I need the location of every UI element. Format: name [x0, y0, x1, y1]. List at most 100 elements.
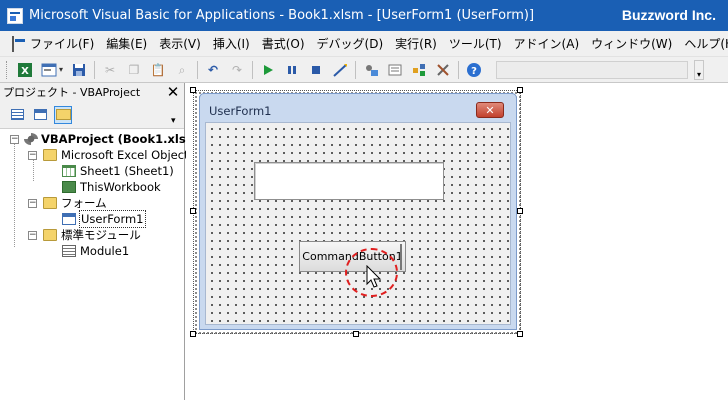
- view-code-button[interactable]: [8, 106, 26, 124]
- tree-item-label: Microsoft Excel Objects: [61, 148, 195, 162]
- resize-handle[interactable]: [190, 331, 196, 337]
- project-explorer-toolbar: [0, 101, 184, 129]
- panel-scroll-indicator[interactable]: ▾: [171, 116, 181, 126]
- tree-item-thisworkbook[interactable]: ThisWorkbook: [0, 179, 185, 195]
- tree-collapse-icon[interactable]: −: [28, 231, 37, 240]
- module-icon: [62, 245, 76, 257]
- cut-icon[interactable]: ✂: [100, 60, 120, 80]
- menu-help[interactable]: ヘルプ(H): [678, 31, 728, 57]
- chevron-down-icon[interactable]: ▾: [59, 65, 67, 74]
- folder-icon: [43, 197, 57, 209]
- vbaproject-icon: [24, 133, 38, 145]
- menu-window[interactable]: ウィンドウ(W): [585, 31, 678, 57]
- design-mode-icon[interactable]: [330, 60, 350, 80]
- project-explorer-panel: プロジェクト - VBAProject ✕ ▾ − VBAProject (Bo…: [0, 83, 203, 400]
- location-field: [496, 60, 688, 79]
- tree-item-label: フォーム: [61, 196, 107, 210]
- menu-debug[interactable]: デバッグ(D): [311, 31, 390, 57]
- toolbar-separator: [355, 60, 356, 79]
- close-icon[interactable]: ✕: [165, 83, 181, 101]
- resize-handle[interactable]: [190, 208, 196, 214]
- toolbar-separator: [94, 60, 95, 79]
- project-explorer-header: プロジェクト - VBAProject ✕: [0, 83, 184, 101]
- mouse-cursor-icon: [366, 265, 382, 288]
- toolbar-separator: [197, 60, 198, 79]
- worksheet-icon: [62, 165, 76, 177]
- form-client-area[interactable]: [205, 122, 511, 325]
- toolbar-options-icon[interactable]: ▾: [694, 59, 704, 80]
- menu-tools[interactable]: ツール(T): [443, 31, 508, 57]
- tree-item-label: 標準モジュール: [61, 228, 141, 242]
- form-close-button[interactable]: ✕: [476, 102, 504, 118]
- tree-item-label: VBAProject (Book1.xlsm): [41, 132, 203, 146]
- vba-app-icon: [7, 7, 23, 24]
- tree-item-label: ThisWorkbook: [80, 180, 161, 194]
- tree-item-forms[interactable]: − フォーム: [0, 195, 185, 211]
- brand-label: Buzzword Inc.: [621, 7, 716, 23]
- menu-edit[interactable]: 編集(E): [100, 31, 153, 57]
- menu-run[interactable]: 実行(R): [389, 31, 443, 57]
- tree-item-excel-objects[interactable]: − Microsoft Excel Objects: [0, 147, 195, 163]
- tree-item-userform1[interactable]: UserForm1: [0, 210, 185, 228]
- tree-item-vbaproject[interactable]: − VBAProject (Book1.xlsm): [0, 131, 203, 147]
- save-icon[interactable]: [69, 60, 89, 80]
- toolbar-separator: [458, 60, 459, 79]
- textbox-control[interactable]: [254, 162, 444, 200]
- paste-icon[interactable]: 📋: [148, 60, 168, 80]
- menu-insert[interactable]: 挿入(I): [207, 31, 256, 57]
- tree-item-label: UserForm1: [79, 210, 146, 228]
- menu-bar: ファイル(F) 編集(E) 表示(V) 挿入(I) 書式(O) デバッグ(D) …: [0, 31, 728, 57]
- tree-collapse-icon[interactable]: −: [28, 151, 37, 160]
- tree-collapse-icon[interactable]: −: [10, 135, 19, 144]
- object-browser-icon[interactable]: [409, 60, 429, 80]
- tree-item-sheet1[interactable]: Sheet1 (Sheet1): [0, 163, 185, 179]
- menu-format[interactable]: 書式(O): [256, 31, 311, 57]
- workbook-icon: [62, 181, 76, 193]
- toolbar-separator: [252, 60, 253, 79]
- system-menu-icon[interactable]: [12, 35, 25, 52]
- resize-handle[interactable]: [517, 87, 523, 93]
- project-tree: − VBAProject (Book1.xlsm) − Microsoft Ex…: [0, 131, 203, 259]
- svg-text:X: X: [21, 66, 29, 77]
- excel-icon[interactable]: X: [15, 60, 35, 80]
- resize-handle[interactable]: [517, 331, 523, 337]
- menu-file[interactable]: ファイル(F): [24, 31, 100, 57]
- tree-item-label: Sheet1 (Sheet1): [80, 164, 174, 178]
- resize-handle[interactable]: [517, 208, 523, 214]
- toggle-folders-button[interactable]: [54, 105, 72, 124]
- window-title: Microsoft Visual Basic for Applications …: [29, 8, 535, 23]
- folder-icon: [43, 229, 57, 241]
- view-object-button[interactable]: [31, 106, 49, 124]
- folder-icon: [43, 149, 57, 161]
- view-object-icon: [33, 109, 47, 120]
- svg-text:?: ?: [471, 66, 477, 77]
- toolbar-grip[interactable]: [6, 60, 9, 79]
- tree-item-modules[interactable]: − 標準モジュール: [0, 227, 185, 243]
- project-explorer-title: プロジェクト - VBAProject: [3, 86, 141, 99]
- userform-icon: [62, 213, 76, 225]
- break-icon[interactable]: [282, 60, 302, 80]
- toolbox-icon[interactable]: [433, 60, 453, 80]
- form-caption: UserForm1: [209, 104, 272, 118]
- menu-view[interactable]: 表示(V): [153, 31, 207, 57]
- redo-icon[interactable]: ↷: [227, 60, 247, 80]
- folder-icon: [55, 109, 71, 120]
- undo-icon[interactable]: ↶: [203, 60, 223, 80]
- project-explorer-icon[interactable]: [361, 60, 381, 80]
- insert-userform-icon[interactable]: [39, 60, 59, 80]
- resize-handle[interactable]: [353, 331, 359, 337]
- title-bar: Microsoft Visual Basic for Applications …: [0, 0, 728, 31]
- properties-icon[interactable]: [385, 60, 405, 80]
- view-code-icon: [10, 109, 24, 120]
- menu-addins[interactable]: アドイン(A): [508, 31, 586, 57]
- userform-window[interactable]: UserForm1 ✕: [199, 93, 517, 330]
- copy-icon[interactable]: ❐: [124, 60, 144, 80]
- tree-item-module1[interactable]: Module1: [0, 243, 185, 259]
- tree-item-label: Module1: [80, 244, 130, 258]
- find-icon[interactable]: ⌕: [172, 60, 192, 80]
- run-icon[interactable]: [258, 60, 278, 80]
- resize-handle[interactable]: [190, 87, 196, 93]
- reset-icon[interactable]: [306, 60, 326, 80]
- tree-collapse-icon[interactable]: −: [28, 199, 37, 208]
- help-icon[interactable]: ?: [464, 60, 484, 80]
